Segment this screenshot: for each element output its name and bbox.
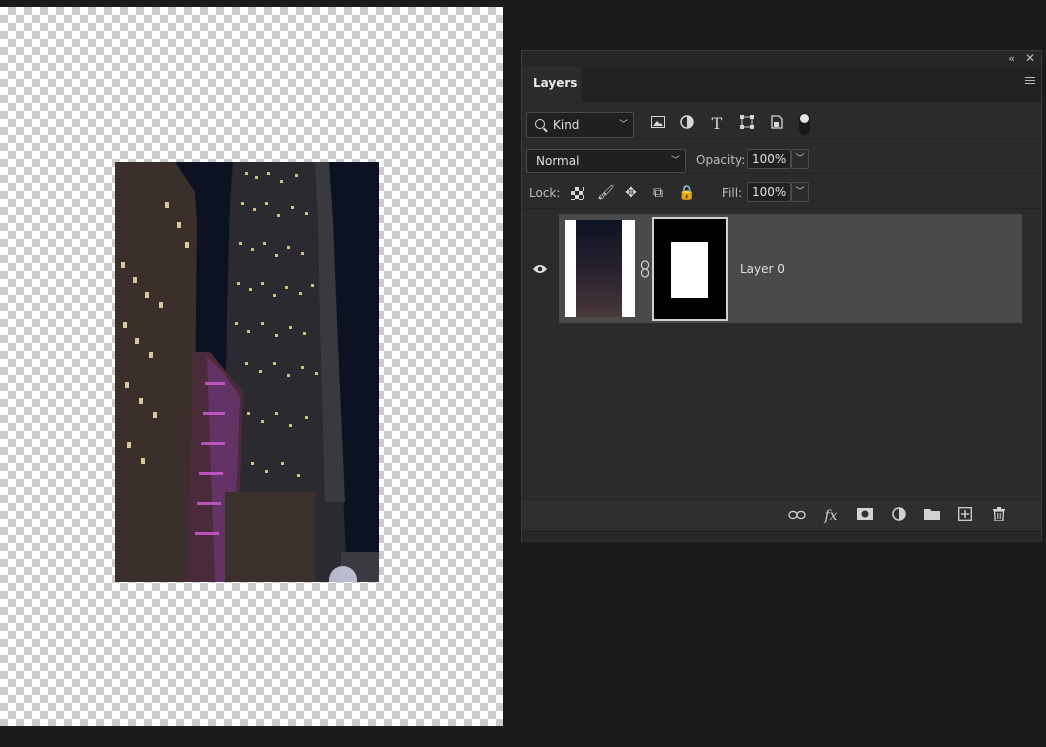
- document-canvas[interactable]: [0, 7, 503, 726]
- filter-kind-label: Kind: [553, 118, 580, 132]
- panel-footer: fx: [522, 499, 1041, 530]
- city-night-photo: [115, 162, 379, 582]
- new-adjustment-icon[interactable]: [889, 507, 909, 525]
- lock-image-pixels-icon[interactable]: 🖌: [597, 185, 615, 201]
- layer-image: [115, 162, 379, 582]
- blend-mode-value: Normal: [536, 154, 580, 168]
- new-group-icon[interactable]: [922, 507, 942, 525]
- collapse-panel-icon[interactable]: «: [1008, 52, 1015, 65]
- mask-visible-area: [671, 242, 708, 298]
- lock-label: Lock:: [529, 186, 561, 200]
- lock-row: Lock: 🖌 ✥ ⧉ 🔒 Fill: 100% ﹀: [522, 174, 1041, 209]
- add-mask-icon[interactable]: [855, 507, 875, 525]
- new-layer-icon[interactable]: [955, 507, 975, 525]
- link-layers-icon[interactable]: [787, 507, 807, 525]
- adjustment-filter-icon[interactable]: [678, 115, 696, 133]
- type-filter-icon[interactable]: T: [708, 115, 726, 133]
- blend-mode-select[interactable]: Normal ﹀: [526, 149, 686, 173]
- lock-transparent-pixels-icon[interactable]: [571, 187, 584, 200]
- layer-thumbnail[interactable]: [565, 220, 635, 317]
- shape-filter-icon[interactable]: [738, 115, 756, 133]
- fill-input[interactable]: 100%: [747, 182, 791, 202]
- image-filter-icon[interactable]: [649, 115, 667, 133]
- fx-icon[interactable]: fx: [821, 507, 841, 525]
- layers-panel: « ✕ Layers Kind ﹀ T Normal ﹀ Opacity: 10…: [521, 50, 1042, 542]
- filter-toggle[interactable]: [799, 113, 810, 135]
- panel-menu-icon[interactable]: [1025, 77, 1035, 86]
- smart-object-filter-icon[interactable]: [768, 115, 786, 133]
- blend-row: Normal ﹀ Opacity: 100% ﹀: [522, 139, 1041, 174]
- link-mask-icon[interactable]: [640, 260, 652, 278]
- lock-all-icon[interactable]: 🔒: [678, 185, 695, 201]
- panel-titlebar[interactable]: « ✕: [522, 51, 1041, 66]
- close-icon[interactable]: ✕: [1025, 52, 1035, 65]
- tab-layers[interactable]: Layers: [522, 66, 582, 102]
- search-icon: [535, 119, 545, 129]
- delete-layer-icon[interactable]: [989, 507, 1009, 525]
- layer-thumbnail-image: [576, 220, 622, 317]
- panel-tab-row: Layers: [522, 66, 1041, 102]
- chevron-down-icon: ﹀: [670, 156, 680, 166]
- fill-dropdown-icon[interactable]: ﹀: [791, 182, 809, 202]
- lock-position-icon[interactable]: ✥: [623, 185, 639, 201]
- opacity-input[interactable]: 100%: [747, 149, 791, 169]
- opacity-label: Opacity:: [696, 153, 746, 167]
- eye-icon[interactable]: [532, 263, 548, 273]
- opacity-dropdown-icon[interactable]: ﹀: [791, 149, 809, 169]
- chevron-down-icon: ﹀: [618, 120, 628, 130]
- layer-row[interactable]: Layer 0: [559, 214, 1022, 323]
- layer-mask-thumbnail[interactable]: [652, 217, 728, 321]
- filter-row: Kind ﹀ T: [522, 102, 1041, 139]
- fill-label: Fill:: [722, 186, 743, 200]
- layer-name[interactable]: Layer 0: [740, 262, 785, 276]
- filter-kind-select[interactable]: Kind ﹀: [526, 112, 634, 138]
- lock-artboard-icon[interactable]: ⧉: [650, 185, 666, 201]
- panel-resize-grip[interactable]: [522, 531, 1041, 542]
